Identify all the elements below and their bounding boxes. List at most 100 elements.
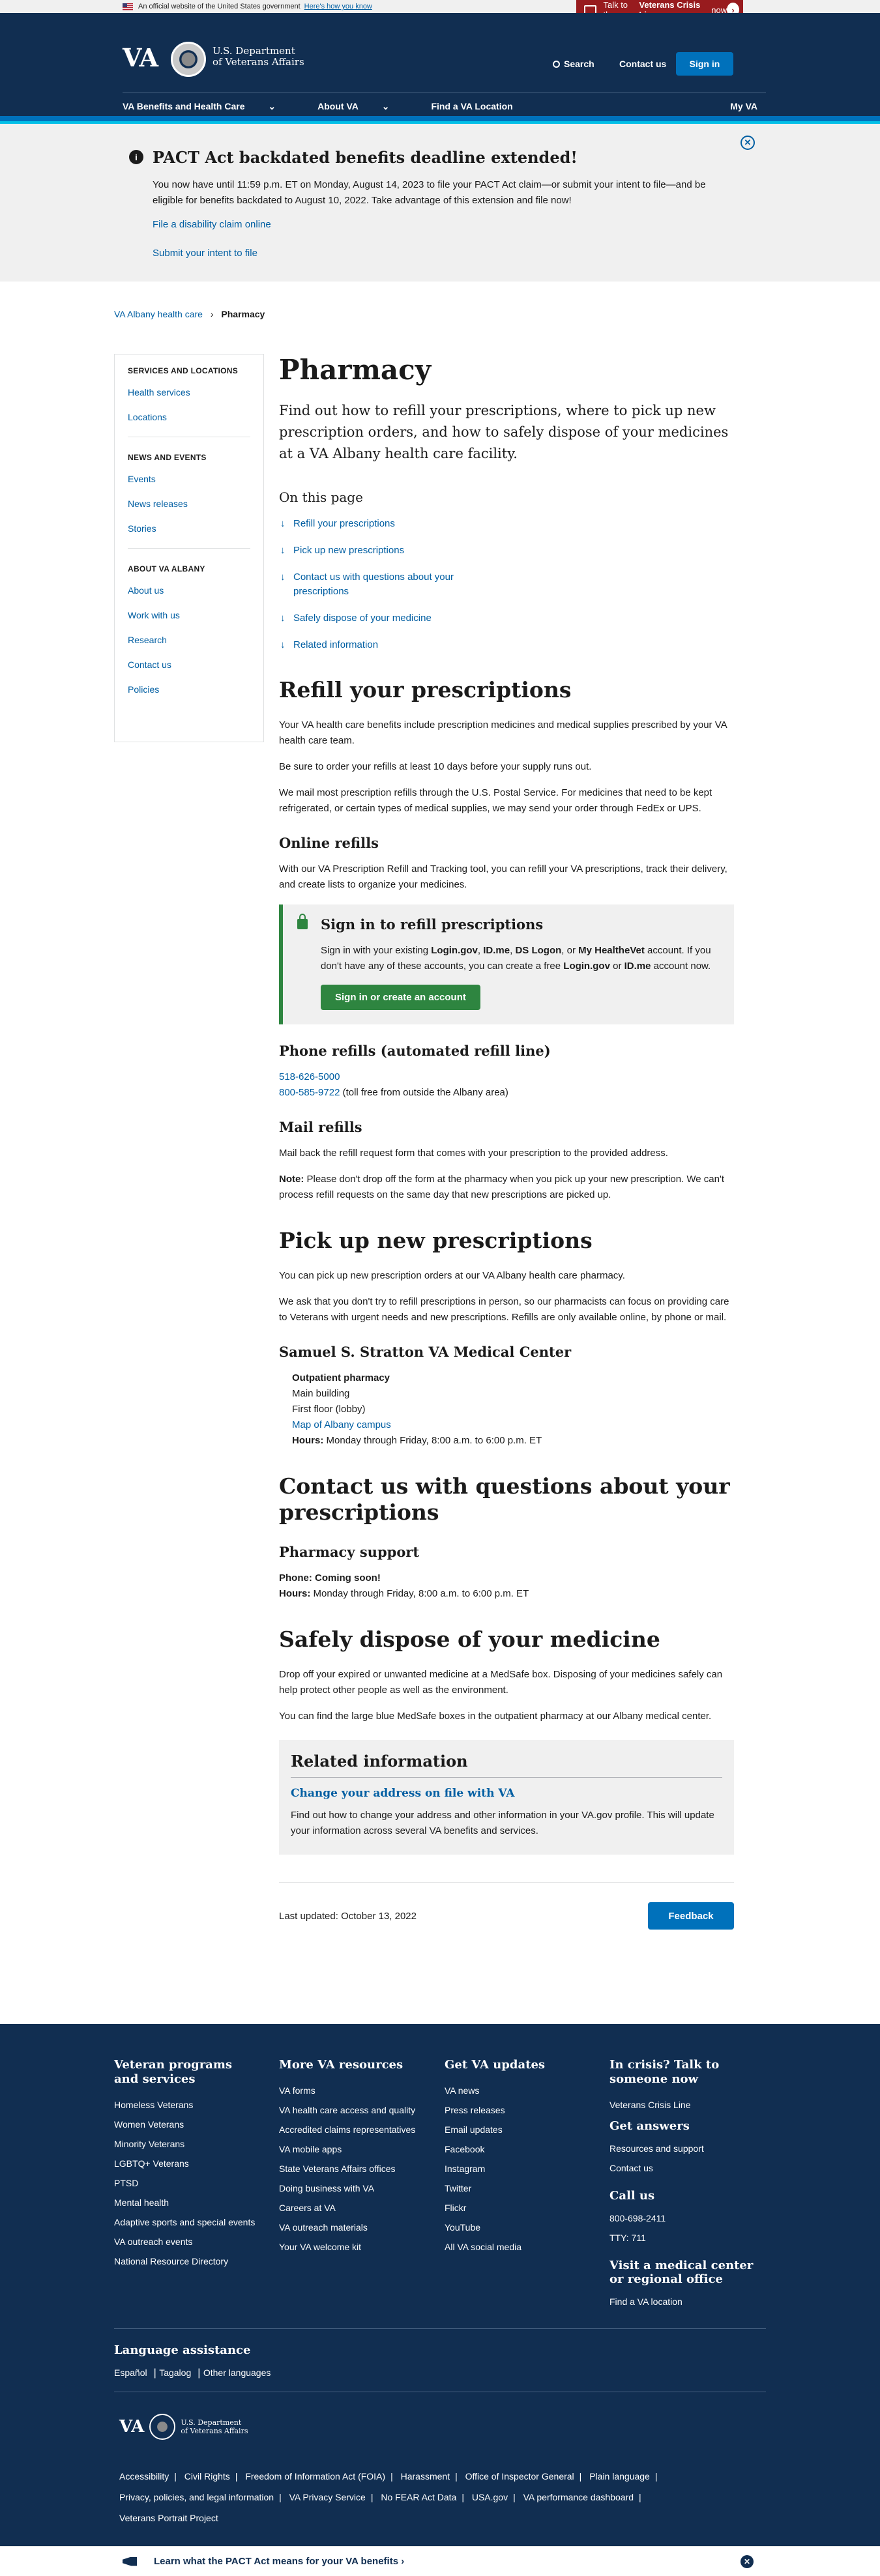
pact-act-banner: Learn what the PACT Act means for your V…: [0, 2546, 880, 2576]
footer-link[interactable]: Your VA welcome kit: [279, 2242, 422, 2252]
footer-link[interactable]: Resources and support: [609, 2143, 766, 2154]
footer-link[interactable]: Press releases: [445, 2105, 588, 2115]
footer-link[interactable]: Flickr: [445, 2203, 588, 2213]
close-icon[interactable]: ✕: [741, 2554, 754, 2568]
breadcrumb-parent[interactable]: VA Albany health care: [114, 309, 203, 319]
footer-bottom-link[interactable]: Harassment: [401, 2471, 450, 2482]
footer-link[interactable]: Careers at VA: [279, 2203, 422, 2213]
footer-logo[interactable]: VA U.S. Department of Veterans Affairs: [119, 2414, 248, 2440]
footer-link[interactable]: Facebook: [445, 2144, 588, 2154]
nav-find-location[interactable]: Find a VA Location: [431, 101, 512, 112]
sign-in-create-account-button[interactable]: Sign in or create an account: [321, 985, 480, 1010]
lang-link-other[interactable]: Other languages: [203, 2367, 271, 2378]
footer-link[interactable]: Contact us: [609, 2163, 766, 2173]
footer-crisis-link[interactable]: Veterans Crisis Line: [609, 2100, 766, 2110]
va-logo[interactable]: VA: [123, 43, 158, 72]
otp-link-dispose[interactable]: Safely dispose of your medicine: [279, 611, 734, 626]
sidebar-item-stories[interactable]: Stories: [128, 523, 250, 534]
page-intro: Find out how to refill your prescription…: [279, 403, 729, 461]
change-address-link[interactable]: Change your address on file with VA: [291, 1787, 722, 1800]
footer-find-location-link[interactable]: Find a VA location: [609, 2296, 766, 2307]
footer-bottom-link[interactable]: Accessibility: [119, 2471, 169, 2482]
sign-in-button[interactable]: Sign in: [676, 52, 733, 76]
footer-link[interactable]: VA outreach events: [114, 2236, 257, 2247]
main-content: Pharmacy Find out how to refill your pre…: [279, 354, 734, 1930]
footer-bottom-link[interactable]: Privacy, policies, and legal information: [119, 2492, 274, 2502]
footer-col-title: More VA resources: [279, 2058, 403, 2072]
feedback-button[interactable]: Feedback: [648, 1902, 734, 1930]
footer-link[interactable]: State Veterans Affairs offices: [279, 2164, 422, 2174]
lang-link-tagalog[interactable]: Tagalog: [159, 2367, 191, 2378]
sidebar-item-work-with-us[interactable]: Work with us: [128, 610, 250, 620]
footer-link[interactable]: Accredited claims representatives: [279, 2124, 422, 2135]
online-refills-heading: Online refills: [279, 835, 379, 851]
footer-link[interactable]: VA forms: [279, 2085, 422, 2096]
footer-link[interactable]: Instagram: [445, 2164, 588, 2174]
footer-link[interactable]: Homeless Veterans: [114, 2100, 257, 2110]
footer-bottom-link[interactable]: Plain language: [589, 2471, 650, 2482]
footer-link[interactable]: Twitter: [445, 2183, 588, 2193]
otp-link-contact[interactable]: Contact us with questions about your pre…: [279, 570, 468, 599]
footer-link[interactable]: Mental health: [114, 2197, 257, 2208]
header-search-button[interactable]: Search: [553, 59, 594, 69]
chevron-right-icon: ›: [210, 309, 214, 319]
header-contact-link[interactable]: Contact us: [619, 59, 666, 69]
sidebar-item-research[interactable]: Research: [128, 635, 250, 645]
footer-link[interactable]: VA news: [445, 2085, 588, 2096]
campus-map-link[interactable]: Map of Albany campus: [292, 1419, 391, 1430]
nav-benefits[interactable]: VA Benefits and Health Care ⌄: [123, 101, 297, 112]
footer-link[interactable]: Minority Veterans: [114, 2139, 257, 2149]
footer-bottom-link[interactable]: Veterans Portrait Project: [119, 2513, 218, 2523]
nav-my-va[interactable]: My VA: [730, 101, 757, 112]
sidebar-item-health-services[interactable]: Health services: [128, 387, 250, 398]
footer-link[interactable]: Adaptive sports and special events: [114, 2217, 257, 2227]
footer-bottom-link[interactable]: No FEAR Act Data: [381, 2492, 456, 2502]
footer-link[interactable]: All VA social media: [445, 2242, 588, 2252]
sign-in-alert-title: Sign in to refill prescriptions: [321, 916, 544, 933]
footer-phone-link[interactable]: 800-698-2411: [609, 2213, 766, 2223]
signin-bold: ID.me: [483, 945, 510, 956]
otp-link-pickup[interactable]: Pick up new prescriptions: [279, 543, 734, 558]
sidebar-item-about-us[interactable]: About us: [128, 585, 250, 596]
footer-link[interactable]: VA health care access and quality: [279, 2105, 422, 2115]
phone-link-tollfree[interactable]: 800-585-9722: [279, 1087, 340, 1098]
footer-col-crisis: In crisis? Talk to someone now Veterans …: [609, 2058, 766, 2316]
nav-about[interactable]: About VA ⌄: [317, 101, 410, 112]
footer-link[interactable]: LGBTQ+ Veterans: [114, 2158, 257, 2169]
sidebar-item-events[interactable]: Events: [128, 474, 250, 484]
footer-link[interactable]: Email updates: [445, 2124, 588, 2135]
footer-link[interactable]: VA outreach materials: [279, 2222, 422, 2233]
footer-bottom-link[interactable]: VA performance dashboard: [523, 2492, 634, 2502]
footer-bottom-link[interactable]: USA.gov: [472, 2492, 508, 2502]
sidebar-item-news-releases[interactable]: News releases: [128, 499, 250, 509]
footer-link[interactable]: Doing business with VA: [279, 2183, 422, 2193]
sidebar-item-policies[interactable]: Policies: [128, 684, 250, 695]
footer-link[interactable]: National Resource Directory: [114, 2256, 257, 2266]
footer-bottom-link[interactable]: VA Privacy Service: [289, 2492, 366, 2502]
footer-tty-link[interactable]: TTY: 711: [609, 2233, 766, 2243]
otp-link-related[interactable]: Related information: [279, 638, 734, 652]
file-claim-link[interactable]: File a disability claim online: [153, 219, 271, 230]
footer-bottom-link[interactable]: Civil Rights: [184, 2471, 230, 2482]
sidebar-item-locations[interactable]: Locations: [128, 412, 250, 422]
signin-text: or: [609, 961, 624, 972]
footer-link[interactable]: VA mobile apps: [279, 2144, 422, 2154]
footer-link[interactable]: YouTube: [445, 2222, 588, 2233]
footer-bottom-link[interactable]: Office of Inspector General: [465, 2471, 574, 2482]
intent-to-file-link[interactable]: Submit your intent to file: [153, 248, 257, 259]
note-text: Please don't drop off the form at the ph…: [279, 1174, 725, 1200]
close-icon[interactable]: ✕: [741, 136, 755, 150]
lang-link-espanol[interactable]: Español: [114, 2367, 147, 2378]
pact-act-link[interactable]: Learn what the PACT Act means for your V…: [154, 2556, 404, 2567]
heres-how-you-know-link[interactable]: Here's how you know: [304, 3, 372, 10]
phone-link-local[interactable]: 518-626-5000: [279, 1071, 340, 1082]
footer-bottom-link[interactable]: Freedom of Information Act (FOIA): [245, 2471, 385, 2482]
official-banner-text: An official website of the United States…: [138, 3, 301, 10]
dispose-p1: Drop off your expired or unwanted medici…: [279, 1669, 723, 1696]
va-seal-icon: [171, 42, 206, 77]
footer-dept-line-1: U.S. Department: [181, 2418, 242, 2427]
footer-link[interactable]: Women Veterans: [114, 2119, 257, 2130]
otp-link-refill[interactable]: Refill your prescriptions: [279, 517, 734, 531]
footer-link[interactable]: PTSD: [114, 2178, 257, 2188]
sidebar-item-contact-us[interactable]: Contact us: [128, 659, 250, 670]
